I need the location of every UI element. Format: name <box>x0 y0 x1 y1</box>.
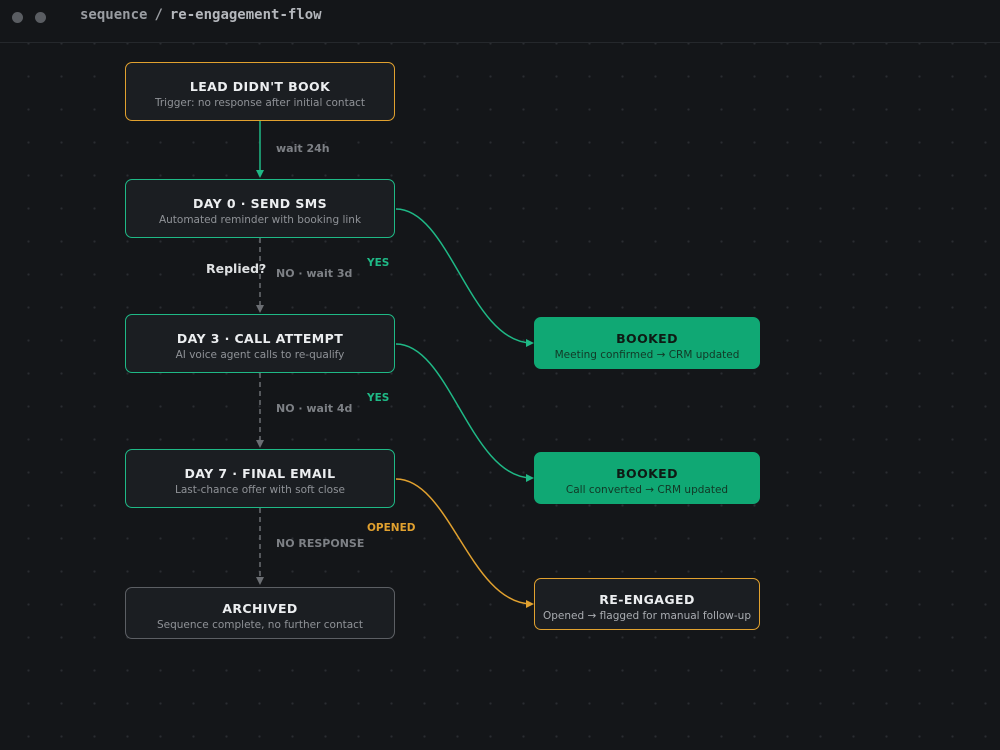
edge-label-opened: OPENED <box>367 522 416 534</box>
node-day0-send-sms[interactable]: DAY 0 · SEND SMS Automated reminder with… <box>125 179 395 238</box>
node-title: BOOKED <box>616 466 678 481</box>
node-subtitle: Call converted → CRM updated <box>565 484 729 496</box>
edge-label-no-response: NO RESPONSE <box>276 537 365 550</box>
edge-label-wait-24h: wait 24h <box>276 142 330 155</box>
edge-label-yes: YES <box>367 257 390 269</box>
node-subtitle: Automated reminder with booking link <box>158 214 362 226</box>
node-subtitle: Last-chance offer with soft close <box>174 484 346 496</box>
node-subtitle: AI voice agent calls to re-qualify <box>175 349 345 361</box>
node-day3-call-attempt[interactable]: DAY 3 · CALL ATTEMPT AI voice agent call… <box>125 314 395 373</box>
node-subtitle: Sequence complete, no further contact <box>156 619 364 631</box>
edge-day0-to-booked <box>395 208 534 347</box>
node-title: DAY 0 · SEND SMS <box>193 196 327 211</box>
node-title: LEAD DIDN'T BOOK <box>189 79 331 94</box>
node-title: RE-ENGAGED <box>599 592 695 607</box>
node-booked-meeting[interactable]: BOOKED Meeting confirmed → CRM updated <box>534 317 760 369</box>
edge-day7-to-reengaged <box>395 478 534 608</box>
node-booked-call[interactable]: BOOKED Call converted → CRM updated <box>534 452 760 504</box>
node-title: DAY 7 · FINAL EMAIL <box>184 466 336 481</box>
node-subtitle: Trigger: no response after initial conta… <box>154 97 366 109</box>
decision-label-replied: Replied? <box>206 261 267 276</box>
node-subtitle: Meeting confirmed → CRM updated <box>554 349 740 361</box>
node-re-engaged[interactable]: RE-ENGAGED Opened → flagged for manual f… <box>534 578 760 630</box>
edge-label-no-wait-4d: NO · wait 4d <box>276 402 353 415</box>
edge-label-yes: YES <box>367 392 390 404</box>
node-title: DAY 3 · CALL ATTEMPT <box>176 331 344 346</box>
node-title: ARCHIVED <box>222 601 298 616</box>
node-subtitle: Opened → flagged for manual follow-up <box>543 610 751 622</box>
flow-canvas: sequence / re-engagement-flow LEAD DIDN'… <box>0 0 1000 750</box>
node-archived[interactable]: ARCHIVED Sequence complete, no further c… <box>125 587 395 639</box>
node-title: BOOKED <box>616 331 678 346</box>
edge-day3-to-booked <box>395 343 534 482</box>
node-day7-final-email[interactable]: DAY 7 · FINAL EMAIL Last-chance offer wi… <box>125 449 395 508</box>
node-lead-didnt-book[interactable]: LEAD DIDN'T BOOK Trigger: no response af… <box>125 62 395 121</box>
edge-label-no-wait-3d: NO · wait 3d <box>276 267 353 280</box>
